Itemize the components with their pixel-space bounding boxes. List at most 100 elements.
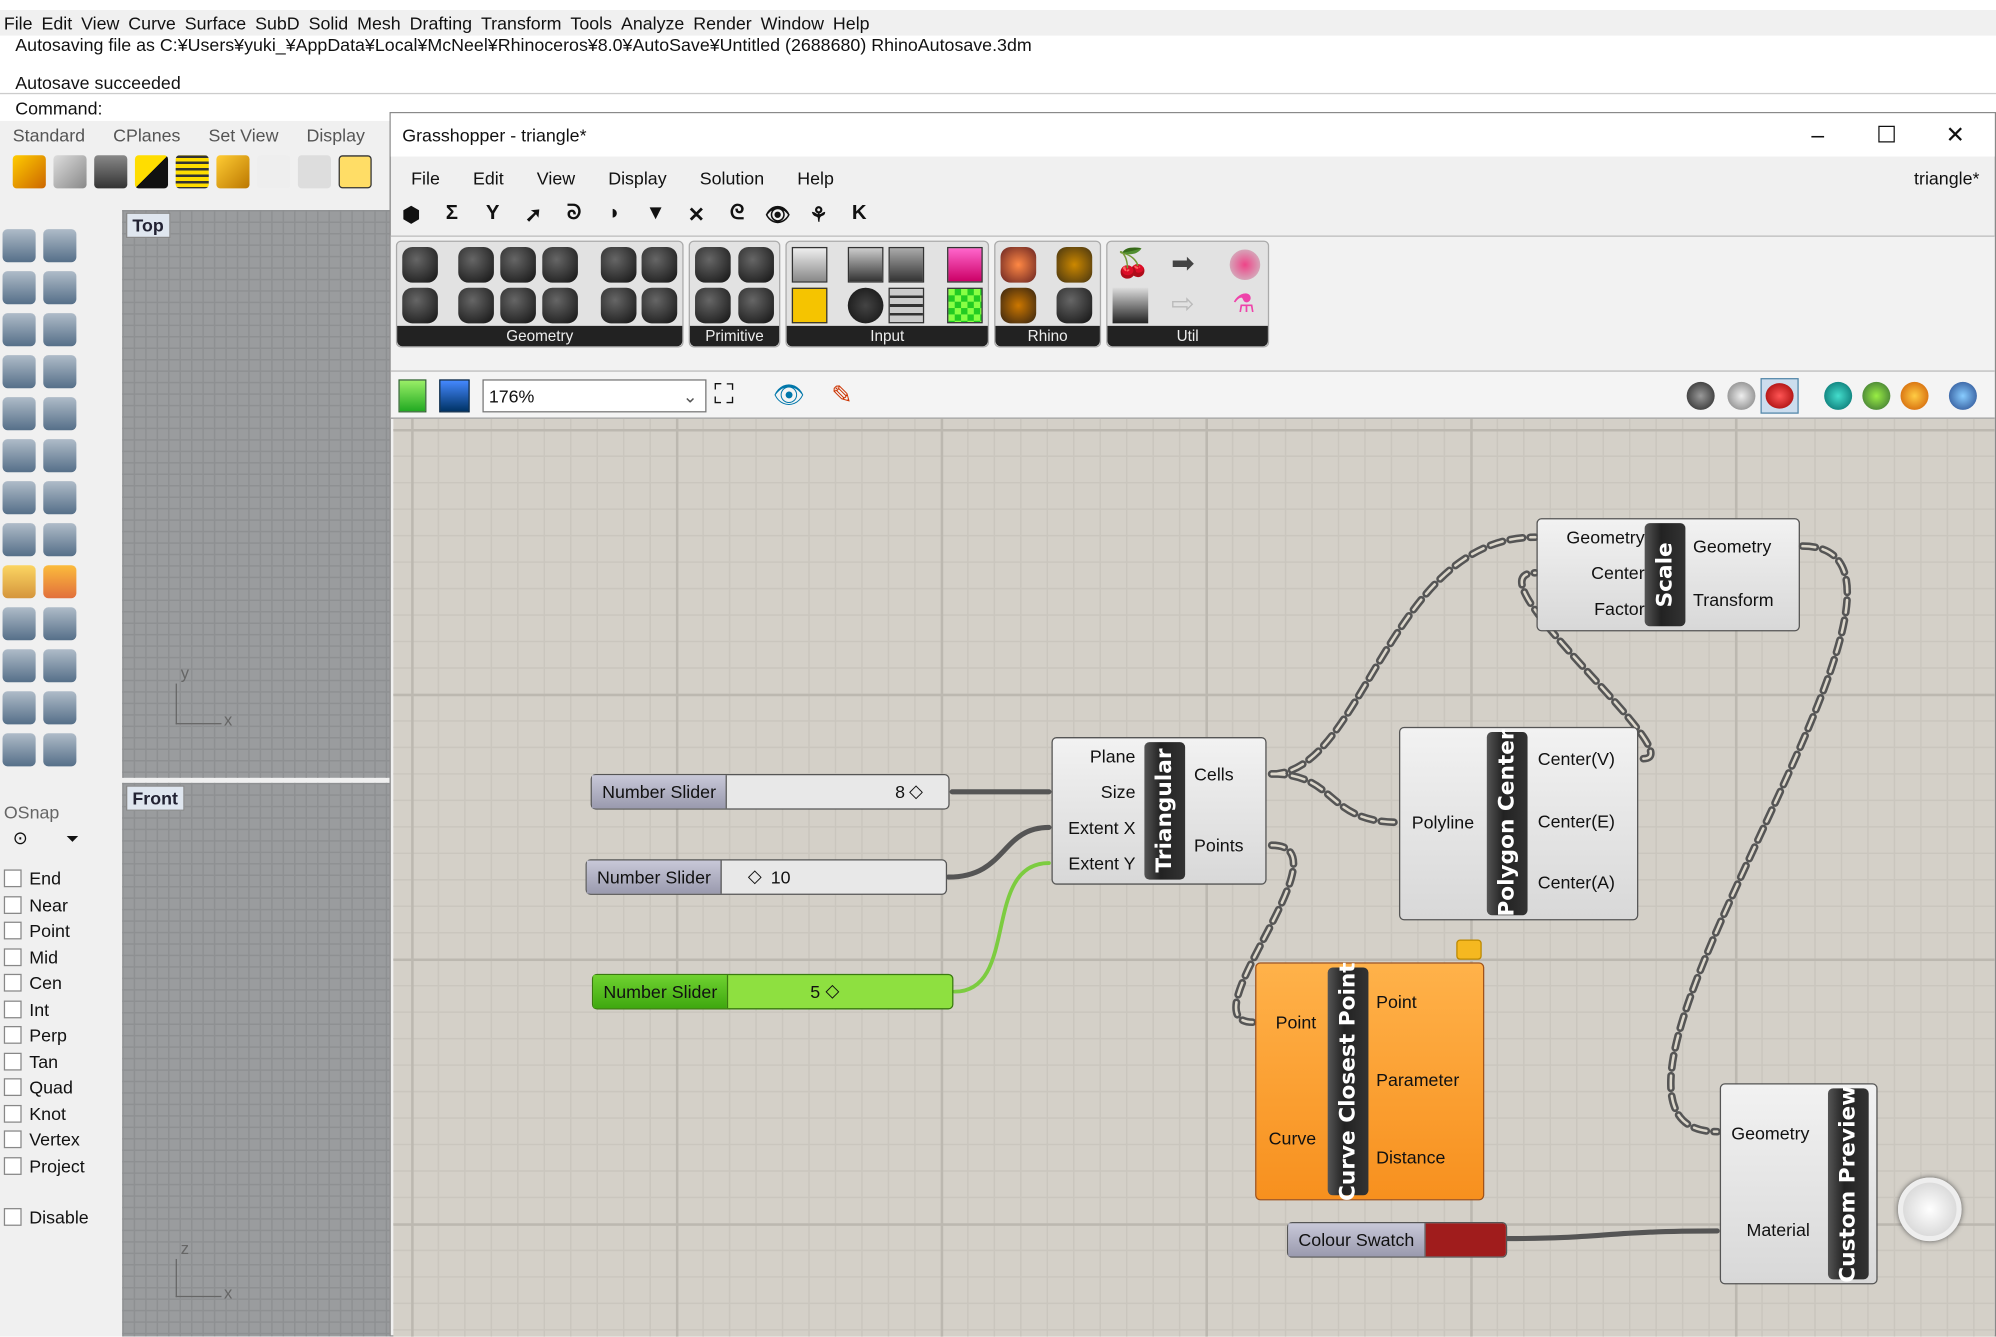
osnap-filter-icon[interactable]: ⏷ (66, 829, 79, 848)
checkbox[interactable] (3, 948, 22, 966)
curve-closest-point-component[interactable]: Point Curve Curve Closest Point Point Pa… (1255, 962, 1485, 1201)
text-tool-icon[interactable] (2, 733, 36, 767)
checkbox[interactable] (3, 1000, 22, 1019)
maximize-icon[interactable]: ☐ (1852, 113, 1921, 156)
boolean-tool-icon[interactable] (43, 481, 77, 515)
tab-standard[interactable]: Standard (13, 125, 85, 145)
osnap-perp[interactable]: Perp (0, 1022, 117, 1048)
integer-param-icon[interactable] (695, 287, 731, 324)
input-material[interactable]: Material (1747, 1219, 1810, 1239)
checkbox[interactable] (3, 869, 22, 888)
zoom-select[interactable]: 176% ⌄ (482, 379, 707, 413)
maths-icon[interactable]: Σ (437, 202, 468, 227)
display-mode-icon[interactable] (1948, 381, 1977, 410)
join-tool-icon[interactable] (2, 691, 36, 725)
number-param-icon[interactable] (738, 246, 774, 283)
osnap-end[interactable]: End (0, 866, 117, 892)
slider-handle-icon[interactable]: ◇ (909, 780, 923, 802)
osnap-project[interactable]: Project (0, 1153, 117, 1179)
number-slider-extent-y[interactable]: Number Slider 5 ◇ (591, 973, 954, 1010)
input-extent-x[interactable]: Extent X (1068, 817, 1135, 837)
select-tool-icon[interactable] (2, 229, 36, 263)
offset-tool-icon[interactable] (43, 691, 77, 725)
curve-tool-icon[interactable] (43, 271, 77, 305)
properties-icon[interactable] (216, 155, 250, 189)
preview-shaded-icon[interactable] (1727, 381, 1756, 410)
osnap-point[interactable]: Point (0, 918, 117, 944)
input-size[interactable]: Size (1101, 782, 1136, 802)
param-icon[interactable] (402, 246, 438, 283)
input-geometry[interactable]: Geometry (1731, 1123, 1809, 1143)
zoom-extents-icon[interactable]: ⛶ (714, 379, 734, 410)
line-param-icon[interactable] (500, 287, 536, 324)
transform-icon[interactable]: ᘓ (722, 202, 753, 227)
warning-balloon-icon[interactable] (1456, 939, 1482, 960)
cylinder-tool-icon[interactable] (2, 523, 36, 557)
slider-handle-icon[interactable]: ◇ (748, 866, 762, 888)
input-polyline[interactable]: Polyline (1412, 812, 1474, 832)
slider-track[interactable]: ◇ 10 (722, 861, 945, 894)
input-geometry[interactable]: Geometry (1566, 527, 1644, 547)
material-icon[interactable] (1056, 246, 1093, 283)
arc-tool-icon[interactable] (2, 355, 36, 389)
preview-eye-icon[interactable]: 👁 (773, 379, 805, 411)
group-tool-icon[interactable] (43, 649, 77, 683)
output-center-e[interactable]: Center(E) (1538, 811, 1615, 831)
slider-handle-icon[interactable]: ◇ (825, 980, 839, 1002)
mesh-param-icon[interactable] (542, 287, 578, 324)
input-extent-y[interactable]: Extent Y (1068, 853, 1135, 873)
number-slider-size[interactable]: Number Slider 8 ◇ (590, 773, 950, 810)
group-label[interactable]: Rhino (995, 325, 1100, 347)
data-input-icon[interactable] (791, 246, 828, 283)
panel-icon[interactable] (888, 246, 925, 283)
viewport-top[interactable]: Top y x (122, 210, 390, 778)
gh-menu-edit[interactable]: Edit (473, 159, 504, 197)
triangular-component[interactable]: Plane Size Extent X Extent Y Triangular … (1051, 737, 1267, 885)
tab-cplanes[interactable]: CPlanes (113, 125, 180, 145)
fillet-tool-icon[interactable] (43, 397, 77, 431)
checkbox[interactable] (3, 1208, 22, 1227)
plane-param-icon[interactable] (641, 287, 678, 324)
cplane-icon[interactable] (297, 155, 331, 189)
input-factor[interactable]: Factor (1594, 598, 1645, 618)
field-param-icon[interactable] (641, 246, 678, 283)
group-label[interactable]: Geometry (397, 325, 683, 347)
boolean-param-icon[interactable] (695, 246, 731, 283)
checkbox[interactable] (3, 1130, 22, 1149)
osnap-disable[interactable]: Disable (0, 1204, 117, 1230)
gh-titlebar[interactable]: Grasshopper - triangle* – ☐ ✕ (390, 113, 1995, 157)
curve-icon[interactable]: ᘐ (559, 202, 590, 227)
vector-icon[interactable]: ➚ (518, 202, 549, 227)
box-tool-icon[interactable] (2, 481, 36, 515)
revolve-tool-icon[interactable] (43, 439, 77, 473)
input-point[interactable]: Point (1276, 1012, 1317, 1032)
gh-menu-view[interactable]: View (537, 159, 575, 197)
viewport-top-label[interactable]: Top (126, 212, 171, 239)
checkbox[interactable] (3, 1104, 22, 1123)
arrow-outline-icon[interactable]: ⇨ (1171, 288, 1194, 321)
osnap-target-icon[interactable]: ⊙ (13, 827, 28, 847)
group-label[interactable]: Util (1107, 325, 1268, 347)
layers-icon[interactable] (175, 155, 209, 189)
surface-param-icon[interactable] (542, 246, 578, 283)
input-center[interactable]: Center (1591, 563, 1645, 583)
output-center-a[interactable]: Center(A) (1538, 872, 1615, 892)
value-list-icon[interactable] (888, 287, 925, 324)
output-distance[interactable]: Distance (1376, 1147, 1445, 1167)
gh-menu-display[interactable]: Display (608, 159, 666, 197)
viewport-front[interactable]: Front z x (122, 782, 390, 1337)
3d-icon[interactable] (338, 155, 372, 189)
osnap-quad[interactable]: Quad (0, 1074, 117, 1100)
sketch-pen-icon[interactable]: ✎ (831, 379, 852, 411)
circle-tool-icon[interactable] (2, 313, 36, 347)
checkbox[interactable] (3, 1026, 22, 1045)
arrow-right-icon[interactable]: ➡ (1171, 247, 1194, 280)
osnap-knot[interactable]: Knot (0, 1100, 117, 1126)
bake-selected-icon[interactable] (1862, 381, 1891, 410)
linetype-icon[interactable] (1056, 287, 1093, 324)
viewport-front-label[interactable]: Front (126, 785, 185, 811)
intersect-icon[interactable]: ✕ (681, 202, 712, 227)
group-label[interactable]: Input (786, 325, 988, 347)
split-tool-icon[interactable] (43, 607, 77, 641)
output-center-v[interactable]: Center(V) (1538, 749, 1615, 769)
